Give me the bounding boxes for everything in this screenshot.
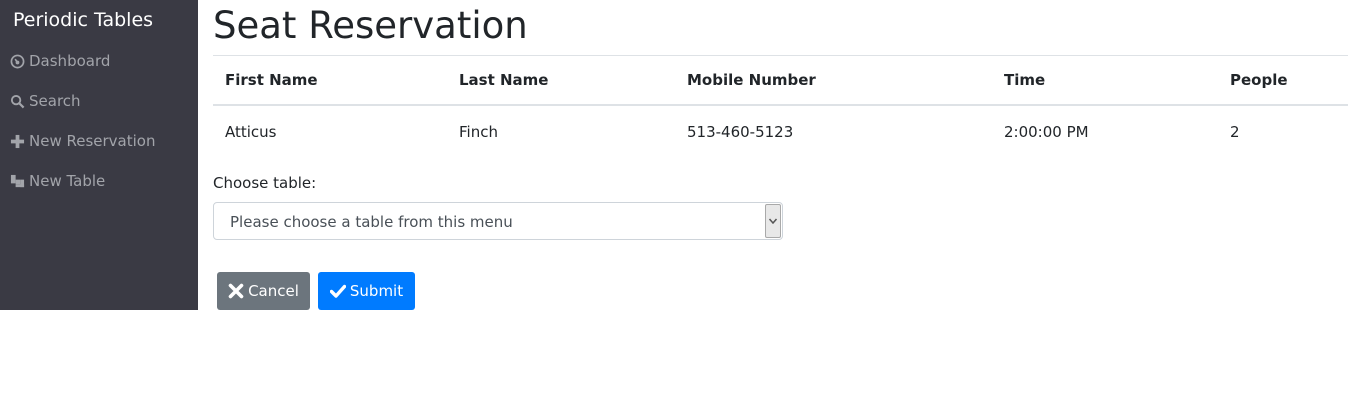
- close-icon: [228, 283, 244, 299]
- nav-item-dashboard[interactable]: Dashboard: [9, 49, 110, 73]
- new-table-icon: [9, 173, 25, 189]
- nav-item-label: Search: [29, 92, 81, 110]
- nav-item-new-table[interactable]: New Table: [9, 169, 105, 193]
- cell-people: 2: [1230, 122, 1240, 141]
- brand-title[interactable]: Periodic Tables: [13, 9, 153, 31]
- table-row: Atticus Finch 513-460-5123 2:00:00 PM 2: [213, 105, 1348, 157]
- cell-last-name: Finch: [459, 122, 498, 141]
- nav-item-label: Dashboard: [29, 52, 111, 70]
- cell-time: 2:00:00 PM: [1004, 122, 1089, 141]
- cell-mobile-number: 513-460-5123: [687, 122, 794, 141]
- nav-item-label: New Reservation: [29, 132, 156, 150]
- page-title: Seat Reservation: [213, 4, 528, 47]
- chevron-down-icon[interactable]: [765, 204, 781, 238]
- sidebar: Periodic Tables Dashboard Search New Res…: [0, 0, 198, 310]
- cell-first-name: Atticus: [225, 122, 277, 141]
- table-select[interactable]: Please choose a table from this menu: [213, 202, 783, 240]
- choose-table-label: Choose table:: [213, 174, 317, 192]
- header-last-name: Last Name: [447, 56, 675, 106]
- header-time: Time: [992, 56, 1218, 106]
- header-first-name: First Name: [213, 56, 447, 106]
- check-icon: [329, 283, 346, 299]
- table-header-row: First Name Last Name Mobile Number Time …: [213, 56, 1348, 106]
- submit-button-label: Submit: [349, 282, 404, 300]
- plus-icon: [9, 133, 25, 149]
- submit-button[interactable]: Submit: [318, 272, 415, 310]
- cancel-button[interactable]: Cancel: [217, 272, 310, 310]
- header-people: People: [1218, 56, 1348, 106]
- search-icon: [9, 93, 25, 109]
- table-select-value: Please choose a table from this menu: [230, 213, 513, 231]
- dashboard-icon: [9, 53, 25, 69]
- nav-item-search[interactable]: Search: [9, 89, 81, 113]
- nav-item-new-reservation[interactable]: New Reservation: [9, 129, 155, 153]
- header-mobile-number: Mobile Number: [675, 56, 992, 106]
- reservation-table: First Name Last Name Mobile Number Time …: [213, 56, 1348, 157]
- cancel-button-label: Cancel: [248, 282, 299, 300]
- nav-item-label: New Table: [29, 172, 106, 190]
